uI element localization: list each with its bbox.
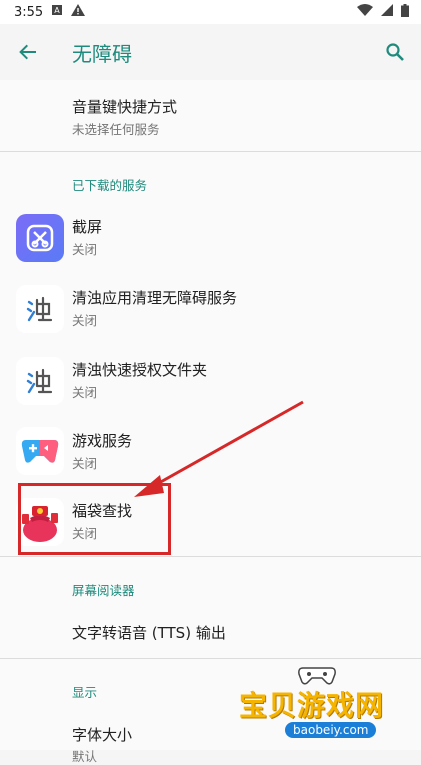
sim-icon: A xyxy=(51,4,63,20)
divider xyxy=(0,556,421,557)
signal-icon xyxy=(381,4,393,20)
qingzhuo-app-icon xyxy=(16,285,64,333)
qingzhuo-app-icon xyxy=(16,357,64,405)
list-item[interactable]: 清浊应用清理无障碍服务 关闭 xyxy=(0,274,421,346)
volume-shortcut-title: 音量键快捷方式 xyxy=(72,98,178,116)
section-header-screen-reader: 屏幕阅读器 xyxy=(72,583,135,598)
wifi-icon xyxy=(357,4,373,20)
list-item-status: 关闭 xyxy=(72,242,98,257)
list-item-title: 清浊应用清理无障碍服务 xyxy=(72,289,238,307)
status-bar: 3:55 A xyxy=(0,0,421,24)
game-controller-icon xyxy=(16,427,64,475)
search-icon[interactable] xyxy=(381,38,409,66)
tts-output-item[interactable]: 文字转语音 (TTS) 输出 xyxy=(0,608,421,658)
list-item-title: 游戏服务 xyxy=(72,432,133,450)
list-item-title: 字体大小 xyxy=(72,726,133,744)
list-item[interactable]: 清浊快速授权文件夹 关闭 xyxy=(0,346,421,417)
svg-text:A: A xyxy=(54,6,60,15)
section-header-downloaded: 已下载的服务 xyxy=(72,178,148,193)
list-item-title: 文字转语音 (TTS) 输出 xyxy=(72,624,226,642)
arrow-back-icon[interactable] xyxy=(14,38,42,66)
app-bar: 无障碍 xyxy=(0,24,421,80)
watermark-logo: 宝贝游戏网 baobeiy.com xyxy=(239,662,409,742)
watermark-url: baobeiy.com xyxy=(285,722,377,738)
list-item[interactable]: 截屏 关闭 xyxy=(0,204,421,274)
settings-list: 音量键快捷方式 未选择任何服务 已下载的服务 截屏 关闭 清浊应用清理无障碍服务… xyxy=(0,80,421,764)
divider xyxy=(0,151,421,152)
page-title: 无障碍 xyxy=(72,42,132,66)
list-item-status: 关闭 xyxy=(72,313,98,328)
section-header-display: 显示 xyxy=(72,685,98,700)
list-item[interactable]: 游戏服务 关闭 xyxy=(0,417,421,488)
watermark-text: 宝贝游戏网 xyxy=(239,689,385,722)
volume-shortcut-item[interactable]: 音量键快捷方式 未选择任何服务 xyxy=(0,80,421,152)
battery-icon xyxy=(401,3,409,21)
gamepad-icon xyxy=(298,667,336,685)
volume-shortcut-subtitle: 未选择任何服务 xyxy=(72,122,160,137)
list-item-subtitle: 默认 xyxy=(72,749,98,764)
list-item-title: 清浊快速授权文件夹 xyxy=(72,361,208,379)
screenshot-app-icon xyxy=(16,214,64,262)
status-time: 3:55 xyxy=(14,4,44,20)
highlight-box xyxy=(18,483,171,555)
alert-icon xyxy=(71,4,86,20)
list-item-status: 关闭 xyxy=(72,385,98,400)
list-item-title: 截屏 xyxy=(72,218,103,236)
list-item-status: 关闭 xyxy=(72,456,98,471)
divider xyxy=(0,658,421,659)
